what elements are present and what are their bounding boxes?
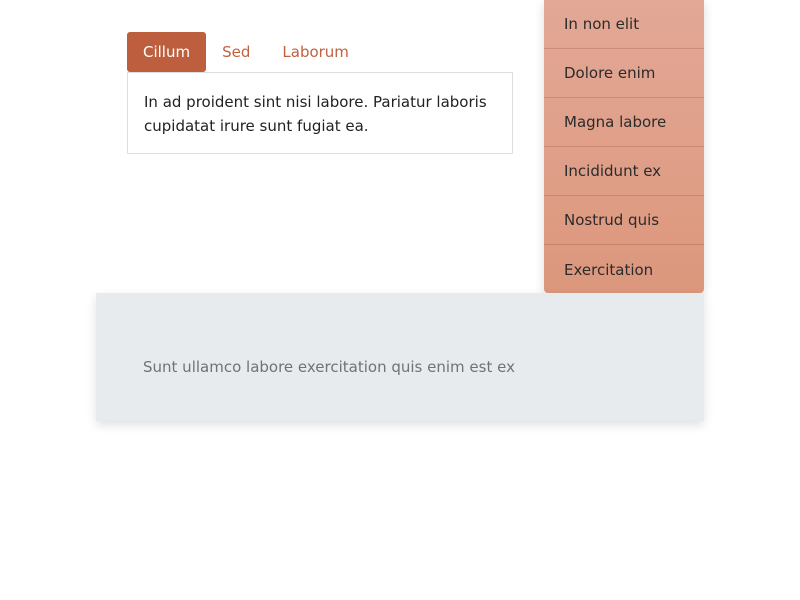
- tab-bar: Cillum Sed Laborum: [127, 32, 365, 72]
- menu-item-magna-labore[interactable]: Magna labore: [544, 98, 704, 147]
- tab-sed[interactable]: Sed: [206, 32, 266, 72]
- menu-item-incididunt-ex[interactable]: Incididunt ex: [544, 147, 704, 196]
- menu-item-nostrud-quis[interactable]: Nostrud quis: [544, 196, 704, 245]
- info-card: Sunt ullamco labore exercitation quis en…: [96, 293, 704, 421]
- menu-item-exercitation[interactable]: Exercitation: [544, 245, 704, 293]
- card-text: Sunt ullamco labore exercitation quis en…: [143, 358, 515, 376]
- tab-panel-content: In ad proident sint nisi labore. Pariatu…: [127, 72, 513, 154]
- tab-laborum[interactable]: Laborum: [266, 32, 365, 72]
- dropdown-menu: In non elit Dolore enim Magna labore Inc…: [544, 0, 704, 293]
- menu-item-dolore-enim[interactable]: Dolore enim: [544, 49, 704, 98]
- tab-cillum[interactable]: Cillum: [127, 32, 207, 72]
- menu-item-in-non-elit[interactable]: In non elit: [544, 0, 704, 49]
- page: Cillum Sed Laborum In ad proident sint n…: [0, 0, 800, 600]
